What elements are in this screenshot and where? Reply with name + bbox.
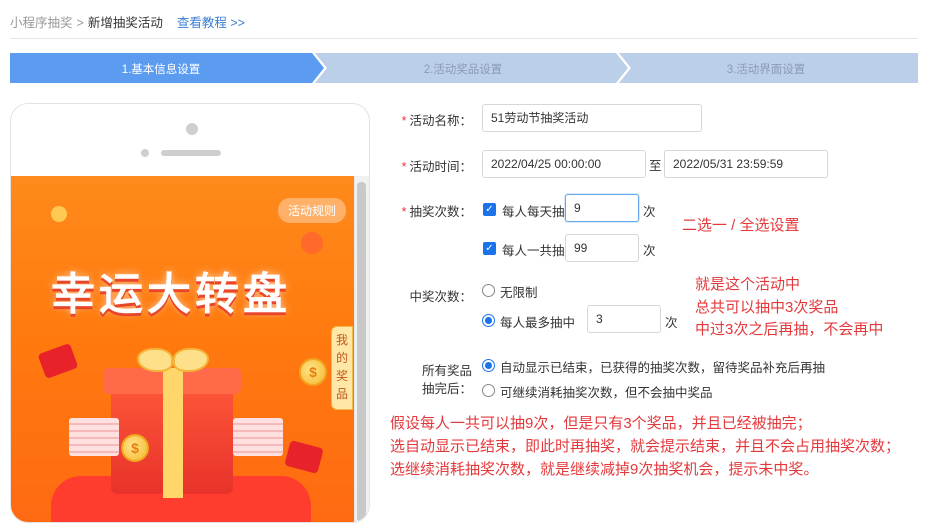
time-range-separator: 至 — [649, 159, 662, 173]
total-draw-input[interactable]: 99 — [565, 234, 639, 262]
after-drawn-label-line1: 所有奖品 — [421, 364, 472, 378]
max-win-radio[interactable] — [482, 314, 495, 327]
phone-preview: 活动规则 幸运大转盘 我的奖品 $ $ — [10, 103, 370, 523]
breadcrumb: 小程序抽奖 > 新增抽奖活动 查看教程 >> — [10, 12, 245, 31]
camera-dot — [186, 123, 198, 135]
breadcrumb-separator: > — [76, 16, 84, 30]
max-win-label: 每人最多抽中 — [500, 316, 576, 330]
daily-draw-input[interactable]: 9 — [565, 194, 639, 222]
bottom-annotation-2: 选自动显示已结束，即此时再抽奖，就会提示结束，并且不会占用抽奖次数； — [390, 438, 901, 455]
step-3-label[interactable]: 3.活动界面设置 — [666, 61, 866, 77]
unlimited-radio[interactable] — [482, 284, 495, 297]
daily-draw-checkbox[interactable]: ✓ — [483, 203, 496, 216]
max-win-unit: 次 — [665, 316, 678, 330]
win-count-label: 中奖次数： — [409, 290, 472, 304]
speaker-bar — [161, 150, 221, 156]
name-label: * 活动名称： — [388, 110, 472, 129]
preview-screen: 活动规则 幸运大转盘 我的奖品 $ $ — [11, 176, 354, 522]
preview-scrollbar-thumb[interactable] — [357, 182, 366, 522]
my-prize-tab-label: 我的奖品 — [336, 333, 349, 401]
start-time-input[interactable]: 2022/04/25 00:00:00 — [482, 150, 646, 178]
coin-sparkle-icon — [51, 206, 67, 222]
time-label-text: 活动时间： — [409, 160, 472, 174]
time-label: * 活动时间： — [388, 156, 472, 175]
draw-count-label-text: 抽奖次数： — [409, 205, 472, 219]
daily-draw-unit: 次 — [643, 205, 656, 219]
sensor-dot — [141, 149, 149, 157]
step-2-label[interactable]: 2.活动奖品设置 — [363, 61, 563, 77]
after-drawn-label-line2: 抽完后： — [421, 382, 472, 396]
unlimited-label: 无限制 — [500, 286, 538, 300]
header-divider — [10, 38, 918, 39]
name-label-text: 活动名称： — [409, 114, 472, 128]
win-annotation-1: 就是这个活动中 — [695, 276, 801, 293]
required-mark: * — [401, 114, 407, 128]
coin-icon: $ — [299, 358, 327, 386]
red-envelope-icon — [37, 342, 79, 380]
total-draw-label: 每人一共抽 — [502, 244, 565, 258]
required-mark: * — [401, 160, 407, 174]
draw-count-label: * 抽奖次数： — [388, 201, 472, 220]
auto-end-radio[interactable] — [482, 359, 495, 372]
total-draw-checkbox[interactable]: ✓ — [483, 242, 496, 255]
win-annotation-2: 总共可以抽中3次奖品 — [695, 299, 839, 316]
gift-bow-left — [137, 348, 173, 372]
breadcrumb-root[interactable]: 小程序抽奖 — [10, 16, 73, 30]
tutorial-link[interactable]: 查看教程 >> — [177, 16, 245, 30]
step-progress-bar: 1.基本信息设置 2.活动奖品设置 3.活动界面设置 — [10, 53, 918, 83]
continue-consume-label: 可继续消耗抽奖次数，但不会抽中奖品 — [500, 386, 713, 400]
choice-annotation: 二选一 / 全选设置 — [682, 217, 800, 234]
cash-stack-icon — [233, 418, 283, 456]
total-draw-unit: 次 — [643, 244, 656, 258]
red-envelope-icon — [284, 440, 324, 474]
preview-title: 幸运大转盘 — [51, 270, 291, 319]
bottom-annotation-1: 假设每人一共可以抽9次，但是只有3个奖品，并且已经被抽完； — [390, 415, 812, 432]
daily-draw-label: 每人每天抽 — [502, 205, 565, 219]
coin-icon: $ — [121, 434, 149, 462]
gift-ribbon — [163, 368, 183, 498]
my-prize-tab[interactable]: 我的奖品 — [331, 326, 353, 410]
win-annotation-3: 中过3次之后再抽，不会再中 — [695, 321, 884, 338]
step-1-label[interactable]: 1.基本信息设置 — [61, 61, 261, 77]
auto-end-label: 自动显示已结束，已获得的抽奖次数，留待奖品补充后再抽 — [500, 361, 826, 375]
bubble-decoration — [301, 232, 323, 254]
max-win-input[interactable]: 3 — [587, 305, 661, 333]
end-time-input[interactable]: 2022/05/31 23:59:59 — [664, 150, 828, 178]
bottom-annotation-3: 选继续消耗抽奖次数，就是继续减掉9次抽奖机会，提示未中奖。 — [390, 461, 819, 478]
rules-button[interactable]: 活动规则 — [277, 198, 346, 223]
required-mark: * — [401, 205, 407, 219]
cash-stack-icon — [69, 418, 119, 456]
activity-name-input[interactable]: 51劳动节抽奖活动 — [482, 104, 702, 132]
breadcrumb-current: 新增抽奖活动 — [87, 16, 163, 30]
continue-consume-radio[interactable] — [482, 384, 495, 397]
